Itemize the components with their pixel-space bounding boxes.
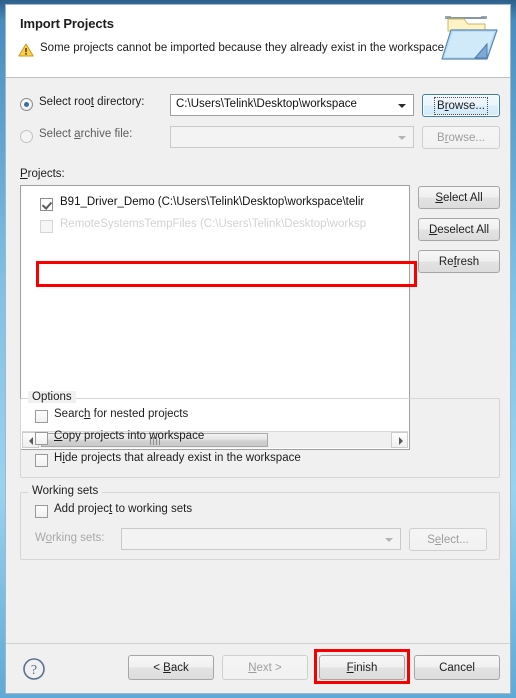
copy-projects-box[interactable] [35, 432, 48, 445]
browse-root-directory-label: Browse... [434, 96, 488, 115]
cancel-button[interactable]: Cancel [414, 655, 500, 680]
chevron-down-icon[interactable] [398, 104, 406, 108]
select-all-button[interactable]: Select All [418, 186, 500, 209]
add-project-working-sets-label: Add project to working sets [54, 503, 193, 515]
dialog-window: Import Projects Some projects cannot be … [0, 0, 516, 698]
browse-archive-file-button: Browse... [422, 126, 500, 149]
working-sets-combo-label: Working sets: [35, 532, 105, 544]
working-sets-group-title: Working sets [28, 485, 103, 497]
svg-text:?: ? [31, 663, 37, 678]
help-question-icon[interactable]: ? [22, 657, 46, 681]
select-root-directory-label: Select root directory: [39, 96, 145, 108]
cancel-label: Cancel [439, 661, 475, 674]
working-sets-groupbox: Working sets Add project to working sets… [20, 485, 500, 560]
next-button: Next > [222, 655, 308, 680]
options-group-title: Options [28, 391, 76, 403]
working-sets-select-button: Select... [409, 528, 487, 551]
archive-file-radio-indicator[interactable] [20, 130, 33, 143]
browse-root-directory-button[interactable]: Browse... [422, 94, 500, 117]
back-button[interactable]: < Back [128, 655, 214, 680]
hide-existing-projects-box[interactable] [35, 454, 48, 467]
dialog-client-area: Import Projects Some projects cannot be … [5, 4, 511, 694]
root-directory-radio-indicator[interactable] [20, 98, 33, 111]
project-checkbox-0[interactable] [40, 198, 53, 211]
working-sets-combo [121, 528, 401, 550]
page-title: Import Projects [20, 16, 114, 31]
search-nested-projects-box[interactable] [35, 410, 48, 423]
search-nested-projects-label: Search for nested projects [54, 408, 189, 420]
project-checkbox-1 [40, 220, 53, 233]
project-row-0[interactable]: B91_Driver_Demo (C:\Users\Telink\Desktop… [21, 195, 409, 215]
finish-label: Finish [346, 661, 378, 674]
project-label-0: B91_Driver_Demo (C:\Users\Telink\Desktop… [60, 196, 365, 208]
dialog-body: Select root directory: C:\Users\Telink\D… [6, 78, 510, 643]
folder-import-icon [440, 11, 502, 67]
root-directory-combo[interactable]: C:\Users\Telink\Desktop\workspace [170, 94, 414, 116]
project-label-1: RemoteSystemsTempFiles (C:\Users\Telink\… [60, 218, 367, 230]
deselect-all-label: Deselect All [428, 223, 490, 236]
root-directory-value: C:\Users\Telink\Desktop\workspace [176, 98, 357, 110]
deselect-all-button[interactable]: Deselect All [418, 218, 500, 241]
finish-button[interactable]: Finish [319, 655, 405, 680]
options-groupbox: Options Search for nested projects Copy … [20, 391, 500, 478]
select-all-label: Select All [435, 191, 483, 204]
chevron-down-icon-disabled [398, 136, 406, 140]
warning-message: Some projects cannot be imported because… [40, 42, 444, 54]
project-row-1: RemoteSystemsTempFiles (C:\Users\Telink\… [21, 217, 409, 237]
projects-label: Projects: [20, 168, 65, 180]
add-project-working-sets-box[interactable] [35, 505, 48, 518]
back-label: < Back [153, 661, 189, 674]
dialog-footer: ? < Back Next > Finish Cancel [6, 643, 510, 693]
refresh-button[interactable]: Refresh [418, 250, 500, 273]
refresh-label: Refresh [438, 255, 480, 268]
copy-projects-label: Copy projects into workspace [54, 430, 205, 442]
dialog-header: Import Projects Some projects cannot be … [6, 5, 510, 78]
warning-triangle-icon [18, 43, 34, 57]
next-label: Next > [248, 661, 282, 674]
archive-file-combo [170, 126, 414, 148]
select-archive-file-label: Select archive file: [39, 128, 133, 140]
browse-archive-file-label: Browse... [437, 131, 485, 144]
chevron-down-icon-working-sets [385, 538, 393, 542]
hide-existing-projects-label: Hide projects that already exist in the … [54, 452, 301, 464]
working-sets-select-label: Select... [427, 533, 469, 546]
